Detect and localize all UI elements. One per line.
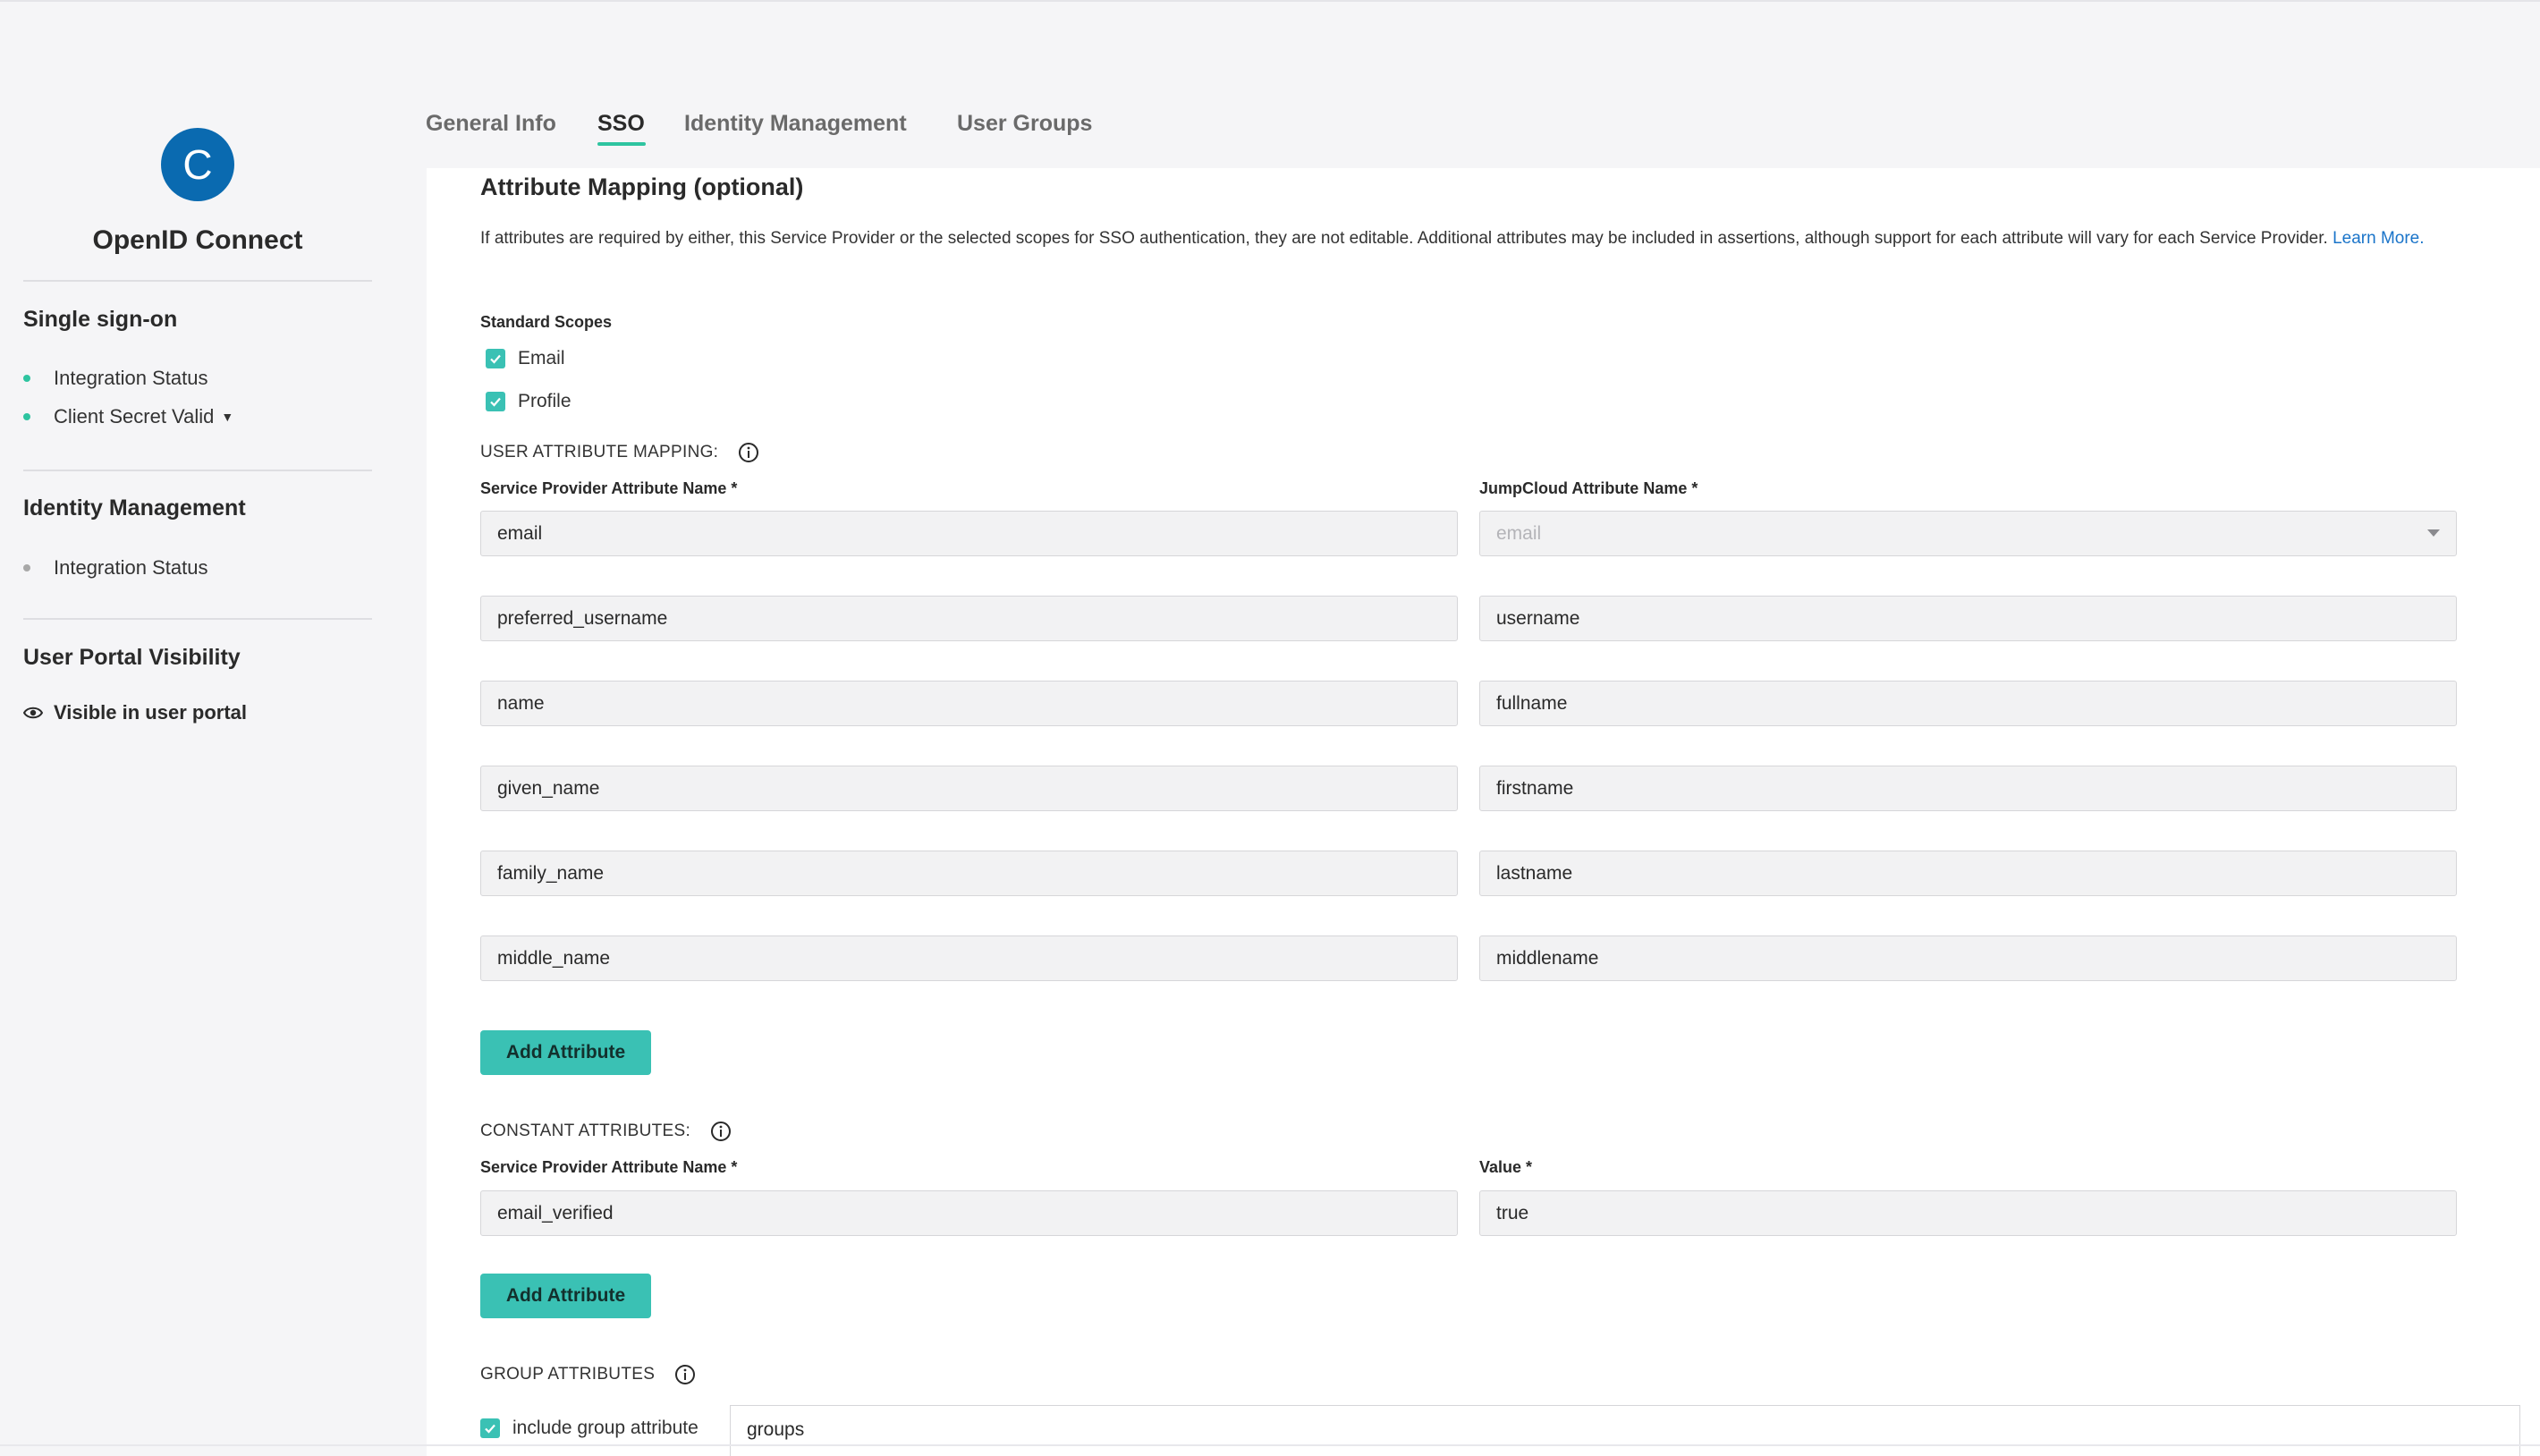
scope-profile[interactable]: Profile [486,391,572,412]
app-logo: C [161,128,234,201]
info-icon[interactable] [710,1121,732,1142]
standard-scopes-label: Standard Scopes [480,313,613,331]
caret-down-icon[interactable]: ▼ [221,410,233,424]
status-dot-green [23,375,30,382]
sidebar-divider [23,618,372,620]
constant-sp-header: Service Provider Attribute Name * [480,1158,738,1176]
portal-section-title: User Portal Visibility [23,645,241,670]
group-attributes-label: GROUP ATTRIBUTES [480,1365,656,1384]
app-name: OpenID Connect [92,225,303,255]
constant-value-input[interactable]: true [1479,1190,2457,1236]
tab-general-info[interactable]: General Info [426,111,556,137]
bottom-border [0,1444,2540,1446]
sp-attribute-input[interactable]: middle_name [480,935,1458,981]
add-user-attribute-button[interactable]: Add Attribute [480,1030,651,1075]
active-tab-indicator [597,142,646,146]
sidebar: C OpenID Connect Single sign-on Integrat… [0,0,420,1456]
email-checkbox[interactable] [486,349,505,368]
constant-attributes-label: CONSTANT ATTRIBUTES: [480,1122,691,1140]
status-dot-green [23,413,30,420]
dropdown-arrow-icon [2427,529,2440,537]
profile-checkbox[interactable] [486,392,505,411]
sidebar-item-visibility: Visible in user portal [23,701,247,724]
jc-attribute-input[interactable]: firstname [1479,766,2457,811]
jc-attribute-input[interactable]: fullname [1479,681,2457,726]
learn-more-link[interactable]: Learn More. [2333,229,2424,248]
visibility-label: Visible in user portal [54,701,247,724]
sso-section-title: Single sign-on [23,307,178,332]
sso-panel [427,168,2540,1456]
jc-attribute-header: JumpCloud Attribute Name * [1479,479,1698,497]
info-icon[interactable] [738,442,759,463]
sidebar-item-sso-integration-status: Integration Status [23,367,207,390]
status-dot-grey [23,564,30,571]
tab-user-groups[interactable]: User Groups [957,111,1092,137]
scope-label: Email [518,348,565,368]
check-icon [490,354,501,364]
constant-attributes-heading: CONSTANT ATTRIBUTES: [480,1121,732,1142]
sidebar-divider [23,280,372,282]
jc-attribute-select[interactable]: email [1479,511,2457,556]
sidebar-divider [23,470,372,471]
tab-sso[interactable]: SSO [597,111,645,137]
sp-attribute-input[interactable]: family_name [480,851,1458,896]
constant-value-header: Value * [1479,1158,1533,1176]
eye-icon [23,707,43,719]
attribute-mapping-description: If attributes are required by either, th… [480,225,2540,251]
constant-sp-input[interactable]: email_verified [480,1190,1458,1236]
sidebar-item-idm-integration-status: Integration Status [23,556,207,580]
sidebar-item-client-secret[interactable]: Client Secret Valid ▼ [23,405,233,428]
jc-attribute-input[interactable]: middlename [1479,935,2457,981]
group-attributes-heading: GROUP ATTRIBUTES [480,1364,696,1385]
scope-label: Profile [518,391,572,411]
check-icon [485,1424,495,1434]
tab-identity-management[interactable]: Identity Management [684,111,907,137]
attribute-mapping-title: Attribute Mapping (optional) [480,174,804,200]
sp-attribute-input[interactable]: given_name [480,766,1458,811]
jc-attribute-input[interactable]: lastname [1479,851,2457,896]
include-group-checkbox[interactable] [480,1418,500,1438]
user-attribute-mapping-label: USER ATTRIBUTE MAPPING: [480,443,719,461]
add-constant-attribute-button[interactable]: Add Attribute [480,1274,651,1318]
sidebar-item-label: Integration Status [54,556,208,579]
scope-email[interactable]: Email [486,348,565,369]
sp-attribute-input[interactable]: name [480,681,1458,726]
info-icon[interactable] [674,1364,696,1385]
jc-attribute-input[interactable]: username [1479,596,2457,641]
sidebar-item-label: Client Secret Valid [54,405,215,427]
check-icon [490,397,501,407]
sp-attribute-header: Service Provider Attribute Name * [480,479,738,497]
idm-section-title: Identity Management [23,495,246,521]
group-attribute-input[interactable]: groups [730,1405,2520,1456]
user-attribute-mapping-heading: USER ATTRIBUTE MAPPING: [480,442,759,463]
sidebar-item-label: Integration Status [54,367,208,389]
description-text: If attributes are required by either, th… [480,229,2328,248]
include-group-label: include group attribute [512,1418,698,1438]
sp-attribute-input[interactable]: preferred_username [480,596,1458,641]
jc-attribute-value: email [1496,523,1542,544]
sp-attribute-input[interactable]: email [480,511,1458,556]
include-group-attribute[interactable]: include group attribute [480,1418,698,1439]
